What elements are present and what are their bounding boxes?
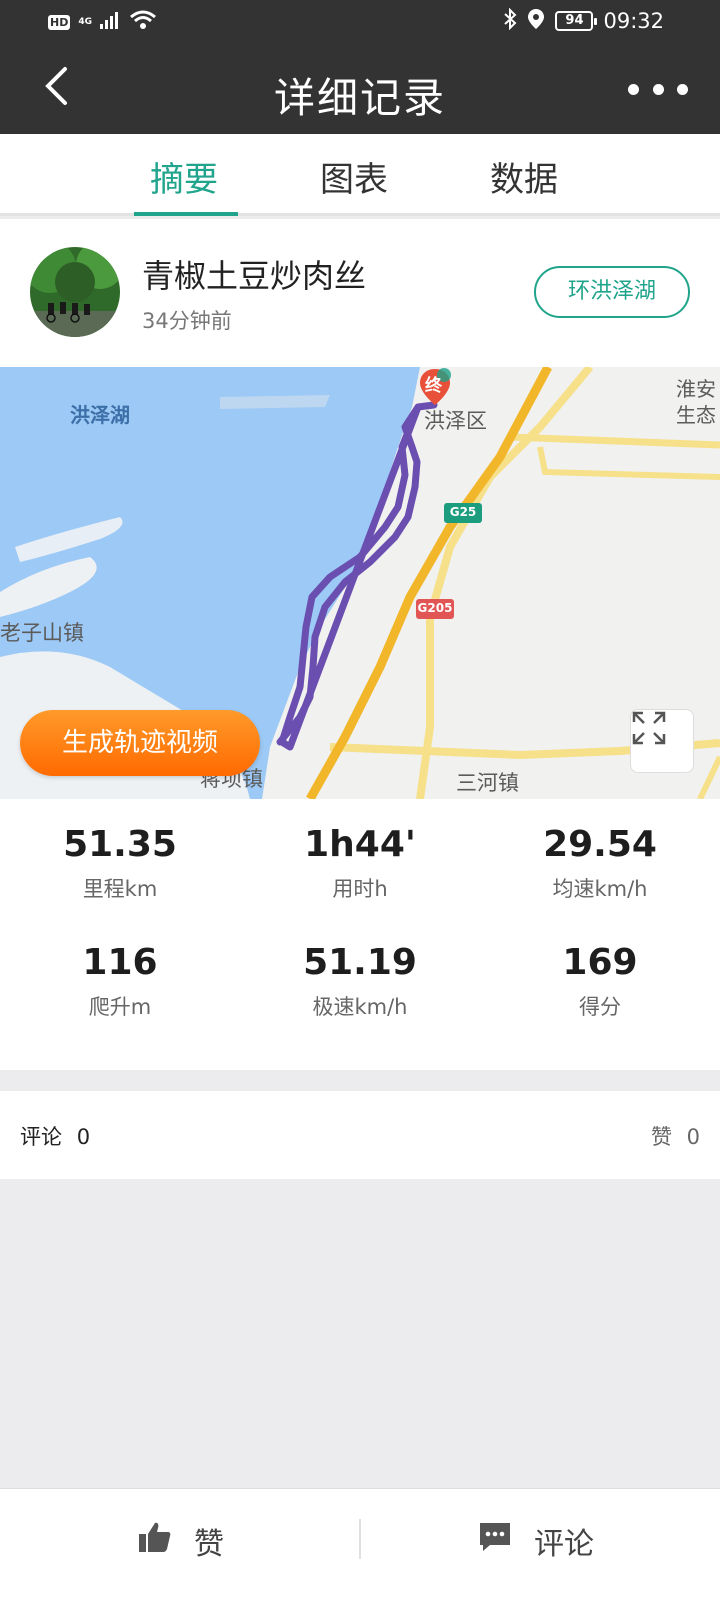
active-tab-indicator: [134, 212, 238, 216]
route-tag-button[interactable]: 环洪泽湖: [534, 266, 690, 318]
stats-panel: 51.35 里程km 1h44' 用时h 29.54 均速km/h 116 爬升…: [0, 799, 720, 1070]
map-label-corner-1: 淮安: [676, 377, 716, 401]
map-expand-button[interactable]: [630, 709, 694, 773]
stat-label: 里程km: [82, 877, 158, 901]
stat-label: 均速km/h: [552, 877, 648, 901]
stat-max-speed: 51.19 极速km/h: [240, 941, 480, 1021]
bottom-action-bar: 赞 评论: [0, 1488, 720, 1600]
stat-distance: 51.35 里程km: [0, 823, 240, 903]
stat-label: 爬升m: [88, 995, 152, 1019]
like-count-value: 0: [686, 1125, 700, 1149]
user-info-row: 青椒土豆炒肉丝 34分钟前 环洪泽湖: [0, 219, 720, 367]
hd-badge: HD: [48, 14, 71, 30]
map-label-lake: 洪泽湖: [70, 403, 130, 427]
map-label-corner-2: 生态: [676, 403, 716, 427]
activity-time-ago: 34分钟前: [142, 309, 232, 333]
comment-count-label: 评论: [20, 1125, 62, 1149]
page-title: 详细记录: [274, 74, 446, 122]
tab-summary[interactable]: 摘要: [150, 152, 218, 201]
thumbs-up-icon: [138, 1521, 172, 1561]
stat-label: 用时h: [332, 877, 388, 901]
more-dot-icon: [652, 83, 664, 95]
bottom-bar-divider: [359, 1519, 361, 1559]
stat-duration: 1h44' 用时h: [240, 823, 480, 903]
activity-detail-page: HD 4G 94 09:32 详细记录 摘要 图表 数据 青椒土豆炒肉丝 34分…: [0, 0, 720, 1600]
map-label-district: 洪泽区: [424, 409, 487, 433]
route-map[interactable]: 洪泽湖 洪泽区 老子山镇 蒋坝镇 三河镇 淮安 生态 G25 G205 终 生成…: [0, 367, 720, 799]
stat-label: 极速km/h: [312, 995, 408, 1019]
user-name[interactable]: 青椒土豆炒肉丝: [142, 251, 366, 297]
more-dot-icon: [628, 83, 639, 95]
comment-bubble-icon: [478, 1521, 512, 1561]
tab-data[interactable]: 数据: [490, 152, 558, 201]
stat-value: 29.54: [543, 824, 657, 865]
top-bar: HD 4G 94 09:32 详细记录: [0, 0, 720, 134]
stat-score: 169 得分: [480, 941, 720, 1021]
stat-label: 得分: [579, 995, 621, 1019]
map-label-town-bottom-right: 三河镇: [456, 771, 519, 795]
map-label-town-left: 老子山镇: [0, 621, 84, 645]
battery-indicator: 94: [555, 11, 598, 31]
stat-value: 1h44': [304, 824, 416, 865]
stat-elevation-gain: 116 爬升m: [0, 941, 240, 1021]
tab-bar: 摘要 图表 数据: [0, 134, 720, 216]
generate-track-video-button[interactable]: 生成轨迹视频: [20, 710, 260, 776]
end-marker-label: 终: [425, 376, 442, 396]
network-type: 4G: [78, 16, 92, 27]
like-count-label: 赞: [650, 1125, 672, 1149]
avatar[interactable]: [30, 247, 120, 337]
stat-average-speed: 29.54 均速km/h: [480, 823, 720, 903]
road-badge-g25: G25: [444, 503, 482, 523]
location-icon: [527, 8, 545, 34]
like-button[interactable]: 赞: [138, 1519, 224, 1563]
more-dot-icon: [677, 83, 688, 95]
like-button-label: 赞: [194, 1527, 224, 1562]
wifi-icon: [130, 10, 156, 34]
comment-count-link[interactable]: 评论 0: [20, 1121, 90, 1151]
clock: 09:32: [603, 9, 664, 33]
stat-value: 51.35: [63, 824, 177, 865]
end-marker-icon: 终: [416, 367, 454, 407]
stat-value: 116: [82, 942, 158, 983]
stat-value: 51.19: [303, 942, 417, 983]
status-bar: HD 4G 94 09:32: [0, 0, 720, 46]
comment-like-summary: 评论 0 赞 0: [0, 1091, 720, 1179]
bluetooth-icon: [503, 7, 517, 34]
comment-button-label: 评论: [534, 1527, 594, 1562]
road-badge-g205: G205: [416, 599, 454, 619]
like-count-link[interactable]: 赞 0: [651, 1121, 700, 1151]
tab-charts[interactable]: 图表: [320, 152, 388, 201]
signal-icon: [100, 11, 122, 33]
stat-value: 169: [562, 942, 638, 983]
comment-button[interactable]: 评论: [478, 1519, 594, 1563]
more-options-button[interactable]: [628, 72, 688, 106]
comment-count-value: 0: [76, 1125, 91, 1149]
